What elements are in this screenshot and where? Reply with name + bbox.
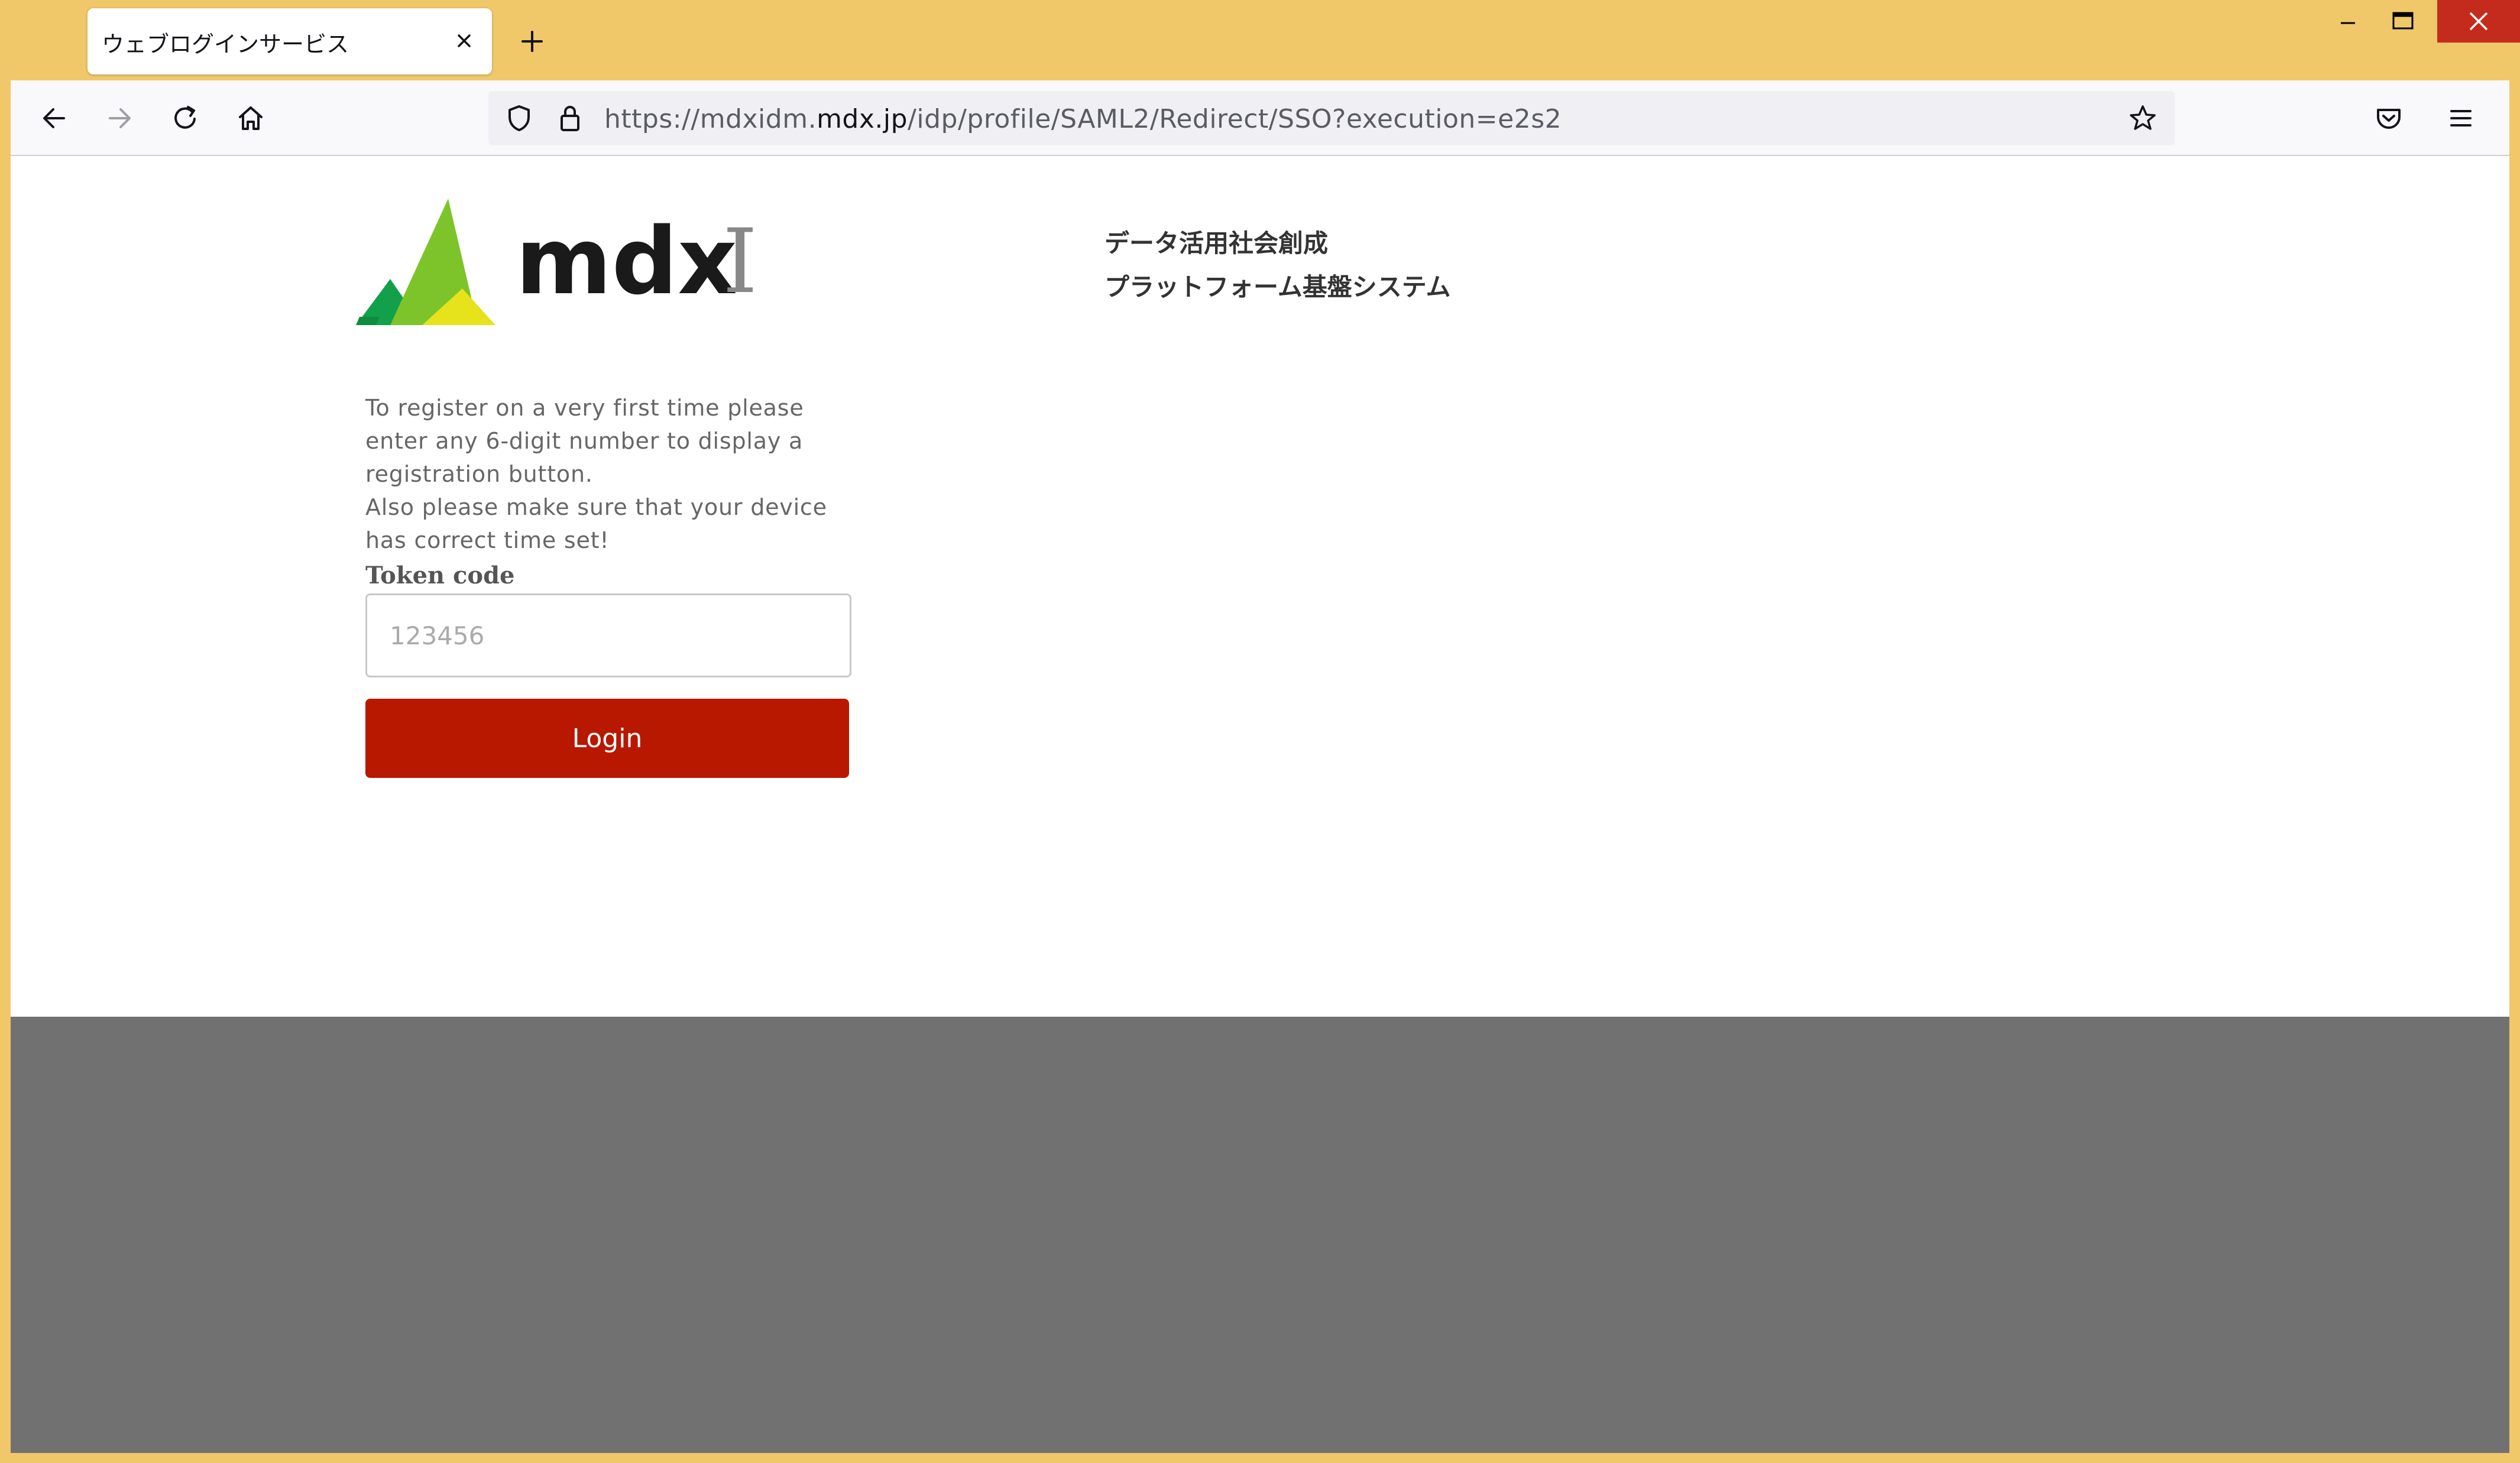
reload-icon[interactable] [167,99,205,137]
logo-separator: I [723,210,757,313]
tab-close-icon[interactable] [449,26,479,56]
menu-hamburger-icon[interactable] [2442,99,2480,137]
login-button[interactable]: Login [365,699,849,778]
pocket-icon[interactable] [2370,99,2408,137]
browser-window: ウェブログインサービス https://mdxidm.mdx.jp/idp/pr… [0,0,2520,1463]
forward-arrow-icon[interactable] [101,99,138,137]
url-path: /idp/profile/SAML2/Redirect/SSO?executio… [908,104,1562,134]
page-content: mdx I データ活用社会創成 プラットフォーム基盤システム To regist… [11,156,2509,1017]
address-bar[interactable]: https://mdxidm.mdx.jp/idp/profile/SAML2/… [488,91,2175,145]
new-tab-icon[interactable] [516,25,549,58]
back-arrow-icon[interactable] [35,99,73,137]
registration-instructions: To register on a very first time please … [365,391,862,557]
instruction-text-2: Also please make sure that your device h… [365,494,827,553]
mdx-logo: mdx I データ活用社会創成 プラットフォーム基盤システム [356,199,1450,340]
logo-tagline-line1: データ活用社会創成 [1104,229,1329,258]
close-window-icon[interactable] [2437,0,2520,43]
bookmark-star-icon[interactable] [2124,99,2162,137]
maximize-icon[interactable] [2367,0,2439,43]
url-prefix: https://mdxidm. [604,104,817,134]
home-icon[interactable] [232,99,270,137]
browser-tab[interactable]: ウェブログインサービス [88,8,492,74]
page-footer-band [11,1017,2509,1453]
navigation-bar: https://mdxidm.mdx.jp/idp/profile/SAML2/… [11,80,2509,156]
logo-wordmark: mdx [516,207,737,315]
token-code-input[interactable] [365,593,851,677]
tab-title: ウェブログインサービス [102,31,349,57]
url-text[interactable]: https://mdxidm.mdx.jp/idp/profile/SAML2/… [604,104,1562,134]
instruction-text-1: To register on a very first time please … [365,395,804,487]
url-domain: mdx.jp [817,104,908,134]
token-code-label: Token code [365,562,515,589]
logo-tagline-line2: プラットフォーム基盤システム [1104,273,1451,301]
tracking-shield-icon[interactable] [500,99,538,137]
title-bar: ウェブログインサービス [0,0,2520,80]
mdx-logo-mark: mdx I [356,199,757,325]
lock-icon[interactable] [551,99,589,137]
